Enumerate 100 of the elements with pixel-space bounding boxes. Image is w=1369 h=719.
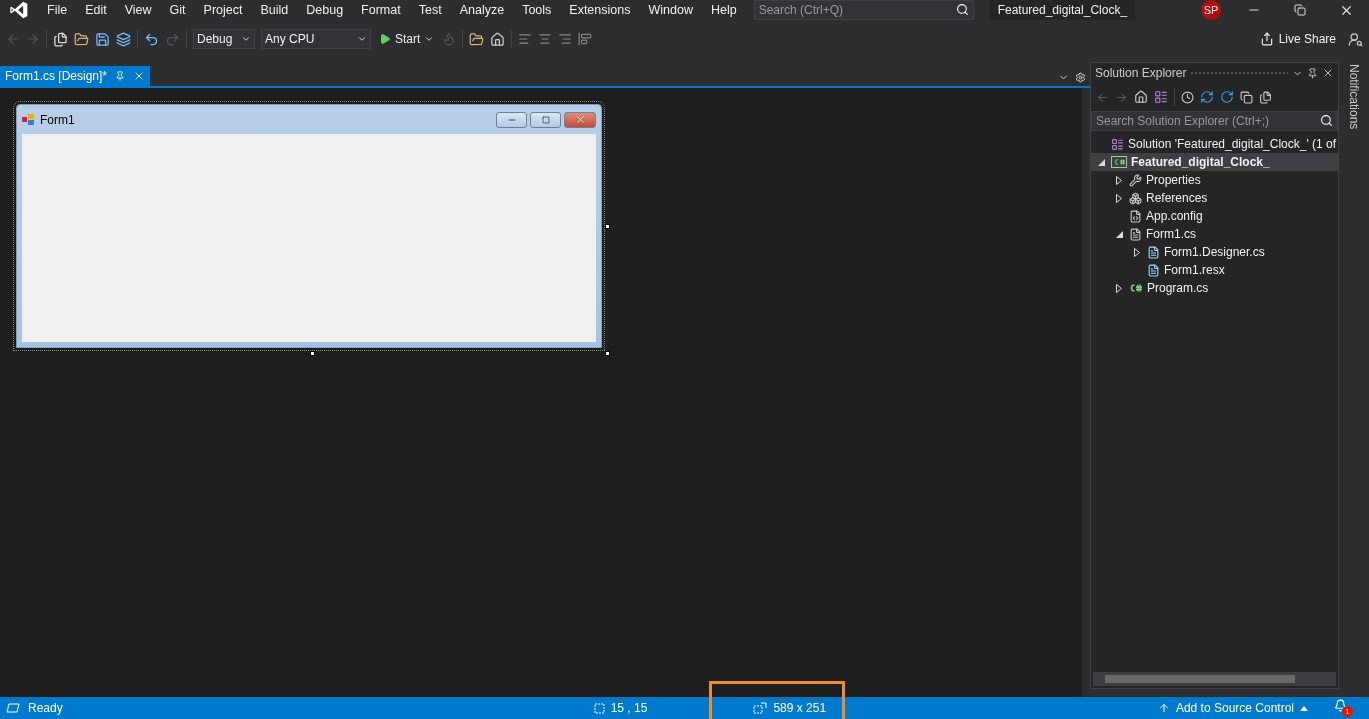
file-icon — [1147, 263, 1160, 277]
pin-icon — [115, 71, 126, 81]
menu-item[interactable]: Edit — [76, 3, 116, 17]
notification-count: 1 — [1342, 706, 1353, 717]
form-icon — [22, 114, 35, 125]
feedback-icon[interactable] — [1348, 31, 1363, 47]
status-text: Ready — [28, 701, 63, 715]
history-icon[interactable] — [1181, 90, 1194, 104]
search-icon[interactable] — [955, 3, 969, 16]
ready-icon — [6, 703, 20, 713]
align-left-icon[interactable] — [518, 32, 533, 46]
position-text: 15 , 15 — [610, 701, 648, 715]
align-right-icon[interactable] — [558, 32, 573, 46]
maximize-icon — [541, 115, 550, 124]
tree-item[interactable]: Form1.resx — [1091, 261, 1338, 279]
properties-icon — [1129, 173, 1142, 187]
search-field[interactable]: Search (Ctrl+Q) — [753, 0, 974, 20]
source-control-button[interactable]: Add to Source Control — [1157, 701, 1308, 715]
config-icon — [1129, 209, 1142, 223]
chevron-down-icon — [357, 34, 367, 44]
tree-item[interactable]: Program.cs — [1091, 279, 1338, 297]
expanded-arrow-icon[interactable] — [1097, 158, 1105, 166]
play-icon — [379, 33, 391, 45]
tree-item[interactable]: Form1.cs — [1091, 225, 1338, 243]
settings-icon — [1075, 72, 1086, 83]
solution-search-field[interactable]: Search Solution Explorer (Ctrl+;) — [1091, 111, 1338, 131]
menu-item[interactable]: File — [38, 3, 77, 17]
panel-title: Solution Explorer — [1095, 66, 1187, 80]
references-icon — [1129, 191, 1142, 205]
restore-icon — [1294, 4, 1306, 16]
csharp-file-icon — [1129, 283, 1143, 293]
solution-view-icon[interactable] — [1154, 90, 1168, 104]
form-window[interactable]: Form1 — [16, 104, 602, 348]
close-icon — [574, 114, 586, 125]
form-minimize-button[interactable] — [496, 111, 527, 128]
chevron-down-icon — [241, 34, 251, 44]
collapsed-arrow-icon[interactable] — [1134, 247, 1140, 257]
resize-handle[interactable] — [310, 351, 315, 356]
show-all-files-icon[interactable] — [1259, 90, 1272, 104]
undo-icon[interactable] — [144, 31, 159, 47]
caret-up-icon — [1300, 705, 1308, 711]
menu-item[interactable]: Format — [352, 3, 410, 17]
menu-item[interactable]: Project — [194, 3, 252, 17]
menu-item[interactable]: Help — [701, 3, 746, 17]
tree-item[interactable]: App.config — [1091, 207, 1338, 225]
search-icon[interactable] — [1320, 114, 1333, 127]
chevron-down-icon — [424, 34, 435, 44]
configuration-dropdown[interactable]: Debug — [193, 29, 255, 49]
menu-item[interactable]: Build — [251, 3, 298, 17]
align-center-icon[interactable] — [538, 32, 553, 46]
share-icon — [1259, 32, 1274, 46]
user-avatar[interactable]: SP — [1201, 0, 1222, 20]
size-icon — [753, 702, 768, 714]
save-icon[interactable] — [95, 31, 110, 47]
document-tab[interactable]: Form1.cs [Design]* — [0, 66, 151, 86]
size-text: 589 x 251 — [773, 701, 827, 715]
refresh-icon[interactable] — [1220, 90, 1234, 104]
menu-item[interactable]: Git — [160, 3, 195, 17]
tree-item[interactable]: Properties — [1091, 171, 1338, 189]
position-icon — [592, 702, 605, 714]
menu-item[interactable]: Test — [409, 3, 451, 17]
resize-handle[interactable] — [605, 351, 610, 356]
csharp-project-icon — [1111, 156, 1127, 168]
menu-item[interactable]: Debug — [297, 3, 353, 17]
sync-icon[interactable] — [1200, 90, 1214, 104]
collapsed-arrow-icon[interactable] — [1116, 283, 1122, 293]
start-button[interactable]: Start — [377, 32, 437, 46]
folder-search-icon[interactable] — [469, 31, 485, 47]
save-all-icon[interactable] — [116, 31, 131, 47]
menu-item[interactable]: View — [115, 3, 161, 17]
tree-item[interactable]: Solution 'Featured_digital_Clock_' (1 of — [1091, 135, 1338, 153]
form-title: Form1 — [40, 112, 75, 127]
menu-item[interactable]: Analyze — [450, 3, 514, 17]
menu-item[interactable]: Tools — [513, 3, 561, 17]
arrow-up-icon — [1157, 702, 1170, 714]
collapse-all-icon[interactable] — [1240, 90, 1253, 104]
menu-item[interactable]: Window — [639, 3, 702, 17]
align-top-icon[interactable] — [578, 32, 593, 46]
home-icon[interactable] — [1134, 90, 1148, 104]
tree-item[interactable]: Featured_digital_Clock_ — [1091, 153, 1338, 171]
solution-title: Featured_digital_Clock_ — [989, 0, 1136, 20]
close-icon — [1322, 67, 1334, 79]
expanded-arrow-icon[interactable] — [1115, 230, 1123, 238]
tree-item[interactable]: Form1.Designer.cs — [1091, 243, 1338, 261]
notifications-tab[interactable]: Notifications — [1347, 64, 1361, 697]
resize-handle[interactable] — [605, 224, 610, 229]
open-folder-icon[interactable] — [74, 31, 89, 47]
pin-icon — [1307, 67, 1318, 79]
menu-item[interactable]: Extensions — [560, 3, 640, 17]
home-icon[interactable] — [490, 31, 506, 47]
form-icon — [1129, 227, 1142, 241]
new-item-icon[interactable] — [53, 31, 68, 47]
solution-icon — [1111, 137, 1124, 151]
form-close-button[interactable] — [564, 111, 596, 128]
platform-dropdown[interactable]: Any CPU — [261, 29, 371, 49]
tree-item[interactable]: References — [1091, 189, 1338, 207]
app-logo — [8, 0, 30, 20]
horizontal-scrollbar[interactable] — [1093, 672, 1336, 686]
form-maximize-button[interactable] — [530, 111, 561, 128]
live-share-button[interactable]: Live Share — [1253, 31, 1342, 47]
